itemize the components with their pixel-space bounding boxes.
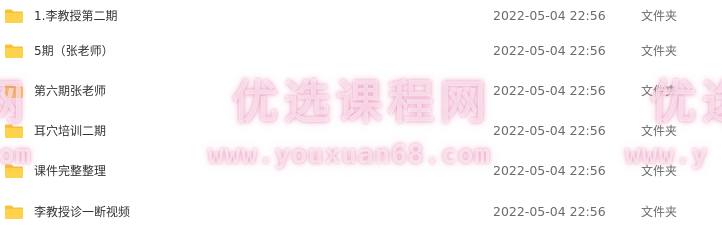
file-name: 耳穴培训二期 <box>34 124 107 138</box>
file-type: 文件夹 <box>641 9 678 23</box>
file-modified-date: 2022-05-04 22:56 <box>493 83 606 98</box>
file-modified-date: 2022-05-04 22:56 <box>493 43 606 58</box>
file-name: 课件完整整理 <box>34 164 107 178</box>
file-modified-date: 2022-05-04 22:56 <box>493 8 606 23</box>
folder-icon <box>5 44 23 58</box>
file-type: 文件夹 <box>641 164 678 178</box>
folder-icon <box>5 84 23 98</box>
file-name: 李教授诊一断视频 <box>34 205 131 219</box>
file-modified-date: 2022-05-04 22:56 <box>493 204 606 219</box>
folder-icon <box>5 124 23 138</box>
file-modified-date: 2022-05-04 22:56 <box>493 163 606 178</box>
file-row[interactable]: 5期（张老师） 2022-05-04 22:56 文件夹 <box>0 35 722 71</box>
file-type: 文件夹 <box>641 124 678 138</box>
folder-icon <box>5 9 23 23</box>
file-name: 第六期张老师 <box>34 84 107 98</box>
file-row[interactable]: 第六期张老师 2022-05-04 22:56 文件夹 <box>0 75 722 111</box>
file-row[interactable]: 课件完整整理 2022-05-04 22:56 文件夹 <box>0 155 722 191</box>
file-row[interactable]: 耳穴培训二期 2022-05-04 22:56 文件夹 <box>0 115 722 151</box>
file-name: 5期（张老师） <box>34 44 114 58</box>
file-type: 文件夹 <box>641 205 678 219</box>
file-name: 1.李教授第二期 <box>34 9 118 23</box>
file-row[interactable]: 李教授诊一断视频 2022-05-04 22:56 文件夹 <box>0 196 722 232</box>
file-modified-date: 2022-05-04 22:56 <box>493 123 606 138</box>
file-row[interactable]: 1.李教授第二期 2022-05-04 22:56 文件夹 <box>0 0 722 36</box>
file-type: 文件夹 <box>641 84 678 98</box>
folder-icon <box>5 164 23 178</box>
file-list: 1.李教授第二期 2022-05-04 22:56 文件夹 5期（张老师） 20… <box>0 0 722 242</box>
file-type: 文件夹 <box>641 44 678 58</box>
folder-icon <box>5 205 23 219</box>
